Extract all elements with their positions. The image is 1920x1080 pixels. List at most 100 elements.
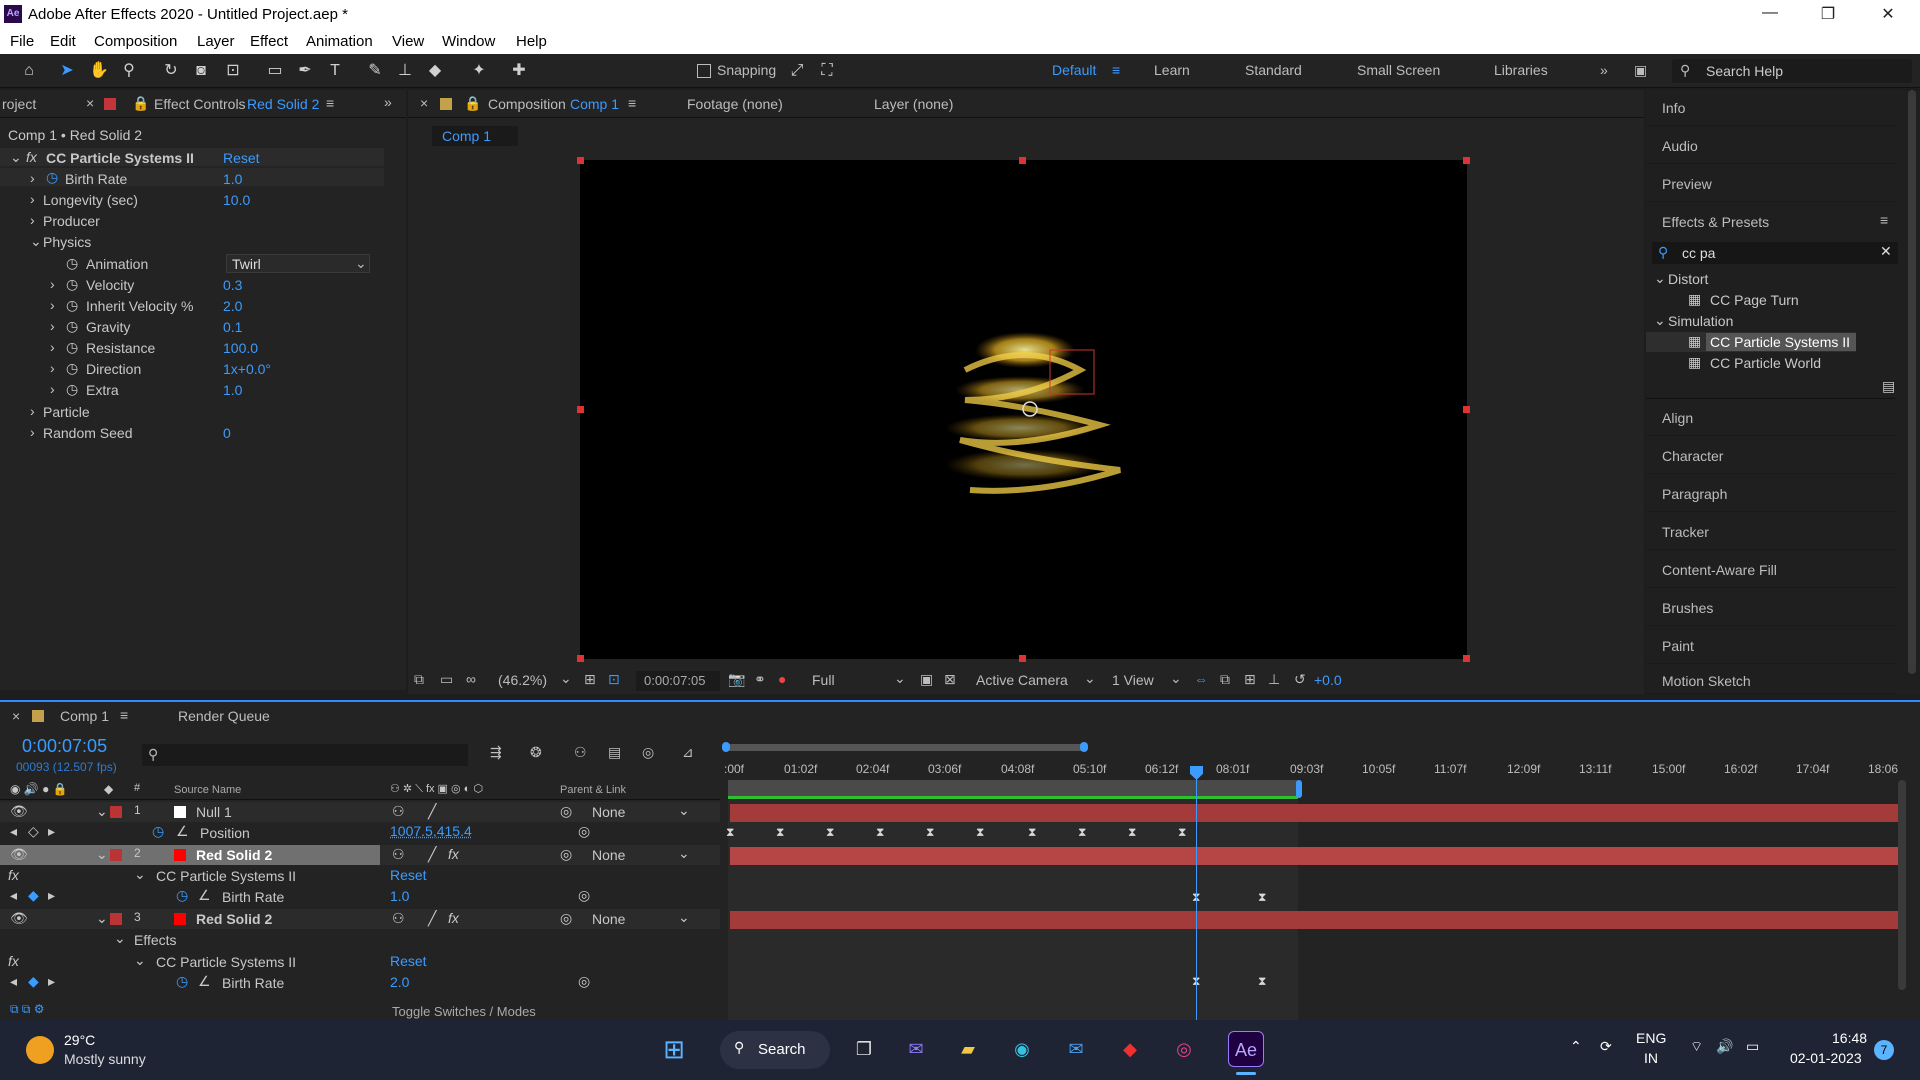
camera-snapshot-icon[interactable]: 📷: [728, 671, 745, 688]
notification-badge[interactable]: 7: [1874, 1040, 1894, 1060]
keyframe-on-icon[interactable]: ◆: [28, 887, 39, 904]
stopwatch-icon[interactable]: ◷: [176, 887, 188, 904]
chevron-down-icon[interactable]: ⌄: [894, 670, 906, 687]
timeline-graph[interactable]: :00f 01:02f 02:04f 03:06f 04:08f 05:10f …: [722, 732, 1912, 1044]
lock-icon[interactable]: 🔒: [464, 95, 481, 112]
toggle-switches-modes-button[interactable]: Toggle Switches / Modes: [392, 1004, 536, 1019]
close-window-button[interactable]: ✕: [1868, 4, 1908, 24]
clone-stamp-tool-icon[interactable]: ⊥: [394, 60, 416, 82]
shy-switch-icon[interactable]: ⚇: [392, 846, 405, 863]
layer-bar-2[interactable]: [730, 847, 1898, 865]
volume-icon[interactable]: 🔊: [1716, 1038, 1733, 1055]
layer-search-input[interactable]: ⚲: [142, 744, 468, 766]
keyframe-icon[interactable]: ⧗: [1258, 974, 1266, 989]
work-area-end-handle[interactable]: [1296, 780, 1302, 798]
group-simulation[interactable]: Simulation: [1668, 313, 1733, 329]
collapse-icon[interactable]: ⌄: [1654, 312, 1666, 329]
panel-brushes[interactable]: Brushes: [1646, 590, 1896, 626]
rectangle-tool-icon[interactable]: ▭: [264, 60, 286, 82]
pickwhip-icon[interactable]: ◎: [560, 803, 572, 820]
layer-bar-1[interactable]: [730, 804, 1898, 822]
pickwhip-icon[interactable]: ◎: [560, 846, 572, 863]
rotate-tool-icon[interactable]: ↻: [160, 60, 182, 82]
chevron-down-icon[interactable]: ⌄: [678, 802, 690, 819]
group-distort[interactable]: Distort: [1668, 271, 1708, 287]
keyframe-icon[interactable]: ⧗: [776, 825, 784, 840]
eraser-tool-icon[interactable]: ◆: [424, 60, 446, 82]
sync-settings-icon[interactable]: ▣: [1634, 62, 1647, 79]
shy-switch-icon[interactable]: ⚇: [392, 803, 405, 820]
value-random-seed[interactable]: 0: [223, 425, 231, 441]
prev-keyframe-icon[interactable]: ◂: [10, 973, 17, 990]
layer-name[interactable]: Null 1: [196, 804, 232, 820]
tab-composition-name[interactable]: Comp 1: [570, 96, 619, 112]
fast-preview-icon[interactable]: ▣: [920, 671, 933, 688]
expression-pickwhip-icon[interactable]: ◎: [578, 823, 590, 840]
visibility-eye-icon[interactable]: 👁: [10, 803, 28, 820]
effect-cc-particle-systems-ii[interactable]: CC Particle Systems II: [1710, 334, 1850, 350]
stopwatch-icon[interactable]: ◷: [66, 255, 78, 272]
always-preview-icon[interactable]: ⧉: [414, 671, 424, 688]
safe-margins-icon[interactable]: ⊞: [584, 671, 596, 688]
maximize-button[interactable]: ❐: [1808, 4, 1848, 24]
time-ruler[interactable]: :00f 01:02f 02:04f 03:06f 04:08f 05:10f …: [722, 762, 1902, 778]
value-velocity[interactable]: 0.3: [223, 277, 242, 293]
chevron-down-icon[interactable]: ⌄: [678, 845, 690, 862]
type-tool-icon[interactable]: T: [324, 60, 346, 82]
panel-preview[interactable]: Preview: [1646, 166, 1896, 202]
tab-render-queue[interactable]: Render Queue: [178, 708, 270, 724]
region-of-interest-icon[interactable]: ⊡: [608, 671, 620, 688]
collapse-icon[interactable]: ⌄: [30, 233, 42, 250]
panel-character[interactable]: Character: [1646, 438, 1896, 474]
value-gravity[interactable]: 0.1: [223, 319, 242, 335]
menu-view[interactable]: View: [392, 33, 424, 50]
motion-blur-icon[interactable]: ◎: [642, 744, 654, 761]
quality-switch-icon[interactable]: ╱: [428, 910, 436, 927]
keyframe-icon[interactable]: ⧗: [1128, 825, 1136, 840]
color-channels-icon[interactable]: ●: [778, 671, 786, 687]
puppet-tool-icon[interactable]: ✚: [508, 60, 530, 82]
workspace-menu-icon[interactable]: ≡: [1112, 62, 1120, 78]
value-extra[interactable]: 1.0: [223, 382, 242, 398]
visibility-eye-icon[interactable]: 👁: [10, 846, 28, 863]
frame-blending-icon[interactable]: ▤: [608, 744, 621, 761]
timeline-current-time[interactable]: 0:00:07:05: [22, 736, 107, 757]
position-value[interactable]: 1007.5,415.4: [390, 823, 472, 839]
snap-target-icon[interactable]: ⛶: [816, 60, 838, 82]
panel-audio[interactable]: Audio: [1646, 128, 1896, 164]
keyframe-icon[interactable]: ⧗: [1078, 825, 1086, 840]
zoom-tool-icon[interactable]: ⚲: [118, 60, 140, 82]
tab-layer[interactable]: Layer (none): [874, 96, 953, 112]
clear-search-icon[interactable]: ✕: [1880, 243, 1892, 260]
panel-tracker[interactable]: Tracker: [1646, 514, 1896, 550]
comp-flowchart-icon[interactable]: ⇶: [490, 744, 502, 761]
chevron-up-icon[interactable]: ⌃: [1570, 1038, 1582, 1055]
keyframe-icon[interactable]: ⧗: [1028, 825, 1036, 840]
more-workspaces-icon[interactable]: »: [1600, 62, 1608, 78]
quality-switch-icon[interactable]: ╱: [428, 803, 436, 820]
camera-tool-icon[interactable]: ◙: [190, 60, 212, 82]
label-color-swatch[interactable]: [110, 913, 122, 925]
shy-switch-icon[interactable]: ⚇: [392, 910, 405, 927]
value-longevity[interactable]: 10.0: [223, 192, 250, 208]
instagram-icon[interactable]: ◎: [1166, 1031, 1202, 1067]
weather-sun-icon[interactable]: [26, 1036, 54, 1064]
label-color-swatch[interactable]: [110, 849, 122, 861]
tab-footage[interactable]: Footage (none): [687, 96, 783, 112]
menu-composition[interactable]: Composition: [94, 33, 177, 50]
next-keyframe-icon[interactable]: ▸: [48, 973, 55, 990]
graph-icon[interactable]: ∠: [198, 887, 211, 904]
quality-switch-icon[interactable]: ╱: [428, 846, 436, 863]
effect-cc-page-turn[interactable]: CC Page Turn: [1710, 292, 1799, 308]
close-tab-icon[interactable]: ×: [12, 708, 20, 724]
keyframe-icon[interactable]: ⧗: [1178, 825, 1186, 840]
animation-dropdown[interactable]: Twirl ⌄: [226, 254, 370, 273]
expression-pickwhip-icon[interactable]: ◎: [578, 887, 590, 904]
panel-menu-icon[interactable]: ≡: [120, 707, 128, 723]
panel-menu-icon[interactable]: ≡: [1880, 212, 1888, 228]
right-panels-scrollbar[interactable]: [1908, 90, 1916, 674]
panel-expand-icon[interactable]: »: [384, 94, 392, 110]
collapse-icon[interactable]: ⌄: [96, 846, 108, 863]
pen-tool-icon[interactable]: ✒: [294, 60, 316, 82]
flowchart-icon[interactable]: ⊥: [1268, 671, 1280, 688]
